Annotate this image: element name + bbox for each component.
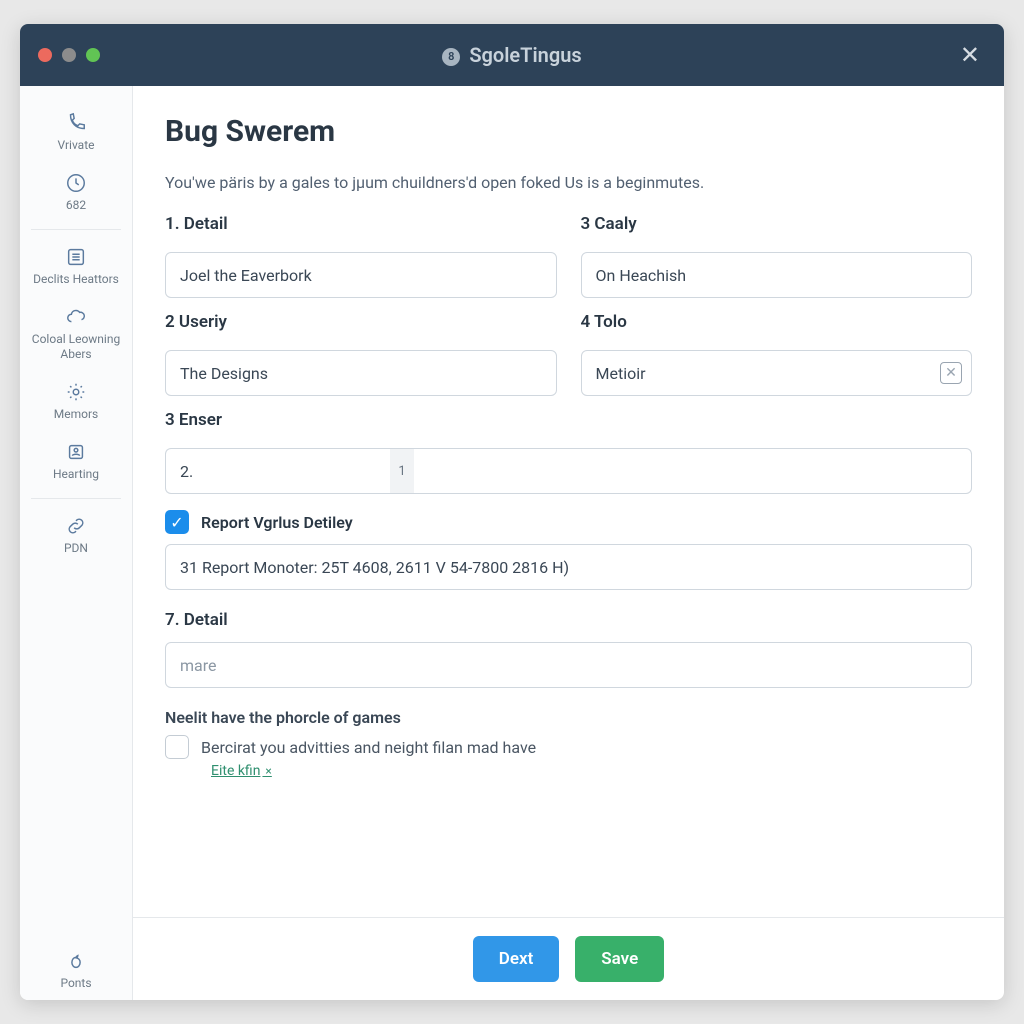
agree-checkbox[interactable]: [165, 735, 189, 759]
sidebar-separator: [31, 498, 121, 499]
field-7-detail-label: 7. Detail: [165, 610, 972, 630]
sidebar-item-label: Coloal Leowning Abers: [24, 332, 128, 361]
link-icon: [65, 515, 87, 537]
sidebar-item-pdn[interactable]: PDN: [20, 505, 132, 565]
section-subheading: Neelit have the phorcle of games: [165, 708, 972, 727]
agree-label: Bercirat you advitties and neight filan …: [201, 738, 536, 757]
agree-row: Bercirat you advitties and neight filan …: [165, 735, 972, 759]
tolo-input[interactable]: [581, 350, 973, 396]
field-4-tolo: 4 Tolo: [581, 312, 973, 336]
apple-icon: [65, 950, 87, 972]
form-content: Bug Swerem You'we päris by a gales to jµ…: [133, 86, 1004, 917]
useriy-input[interactable]: [165, 350, 557, 396]
sidebar-item-label: Hearting: [53, 467, 99, 481]
sidebar-item-label: PDN: [64, 541, 88, 555]
field-label: 3 Caaly: [581, 214, 973, 234]
sidebar-item-label: Ponts: [60, 976, 91, 990]
sidebar-item-label: Memors: [54, 407, 98, 421]
sidebar-item-label: 682: [66, 198, 86, 212]
sidebar-item-hearting[interactable]: Hearting: [20, 431, 132, 491]
titlebar: 8 SgoleTingus ✕: [20, 24, 1004, 86]
titlebar-badge: 8: [442, 48, 460, 66]
sidebar-item-ponts[interactable]: Ponts: [20, 940, 132, 1000]
detail-input[interactable]: [165, 252, 557, 298]
sidebar-item-declits[interactable]: Declits Heattors: [20, 236, 132, 296]
field-label: 1. Detail: [165, 214, 557, 234]
main-area: Bug Swerem You'we päris by a gales to jµ…: [133, 86, 1004, 1000]
sidebar: Vrivate 682 Declits Heattors Coloal: [20, 86, 133, 1000]
report-value-input[interactable]: [165, 544, 972, 590]
save-button[interactable]: Save: [575, 936, 664, 982]
enser-combo: 1: [165, 448, 972, 494]
window-body: Vrivate 682 Declits Heattors Coloal: [20, 86, 1004, 1000]
gear-icon: [65, 381, 87, 403]
maximize-window-button[interactable]: [86, 48, 100, 62]
clear-icon[interactable]: ✕: [940, 362, 962, 384]
tolo-input-wrapper: ✕: [581, 350, 973, 396]
report-check-label: Report Vgrlus Detiley: [201, 513, 353, 532]
page-intro: You'we päris by a gales to jµum chuildne…: [165, 173, 972, 192]
id-card-icon: [65, 441, 87, 463]
sidebar-item-vrivate[interactable]: Vrivate: [20, 102, 132, 162]
app-name: SgoleTingus: [469, 43, 581, 67]
detail7-input[interactable]: [165, 642, 972, 688]
window-controls: [38, 48, 100, 62]
sidebar-item-label: Declits Heattors: [33, 272, 119, 286]
next-button[interactable]: Dext: [473, 936, 560, 982]
field-label: 2 Useriy: [165, 312, 557, 332]
close-icon[interactable]: ✕: [954, 37, 986, 73]
app-window: 8 SgoleTingus ✕ Vrivate 682: [20, 24, 1004, 1000]
caaly-input[interactable]: [581, 252, 973, 298]
report-check-row: ✓ Report Vgrlus Detiley: [165, 510, 972, 534]
field-label: 3 Enser: [165, 410, 972, 430]
enser-input-a[interactable]: [165, 448, 390, 494]
form-grid: 1. Detail 3 Caaly 2 Useriy 4 Tolo: [165, 214, 972, 494]
minimize-window-button[interactable]: [62, 48, 76, 62]
enser-separator: 1: [390, 448, 414, 494]
clock-icon: [65, 172, 87, 194]
phone-icon: [65, 112, 87, 134]
report-checkbox[interactable]: ✓: [165, 510, 189, 534]
field-label: 4 Tolo: [581, 312, 973, 332]
cloud-icon: [65, 306, 87, 328]
field-3-enser: 3 Enser: [165, 410, 972, 434]
footer: Dext Save: [133, 917, 1004, 1000]
page-title: Bug Swerem: [165, 114, 972, 149]
list-icon: [65, 246, 87, 268]
sidebar-item-coloal[interactable]: Coloal Leowning Abers: [20, 296, 132, 371]
field-1-detail: 1. Detail: [165, 214, 557, 238]
sidebar-item-memors[interactable]: Memors: [20, 371, 132, 431]
sidebar-item-label: Vrivate: [58, 138, 95, 152]
close-window-button[interactable]: [38, 48, 52, 62]
field-2-useriy: 2 Useriy: [165, 312, 557, 336]
field-3-caaly: 3 Caaly: [581, 214, 973, 238]
sidebar-item-682[interactable]: 682: [20, 162, 132, 222]
sidebar-separator: [31, 229, 121, 230]
enser-input-b[interactable]: [414, 448, 972, 494]
titlebar-title: 8 SgoleTingus: [20, 43, 1004, 67]
eite-link[interactable]: Eite kfin ×: [211, 763, 272, 779]
